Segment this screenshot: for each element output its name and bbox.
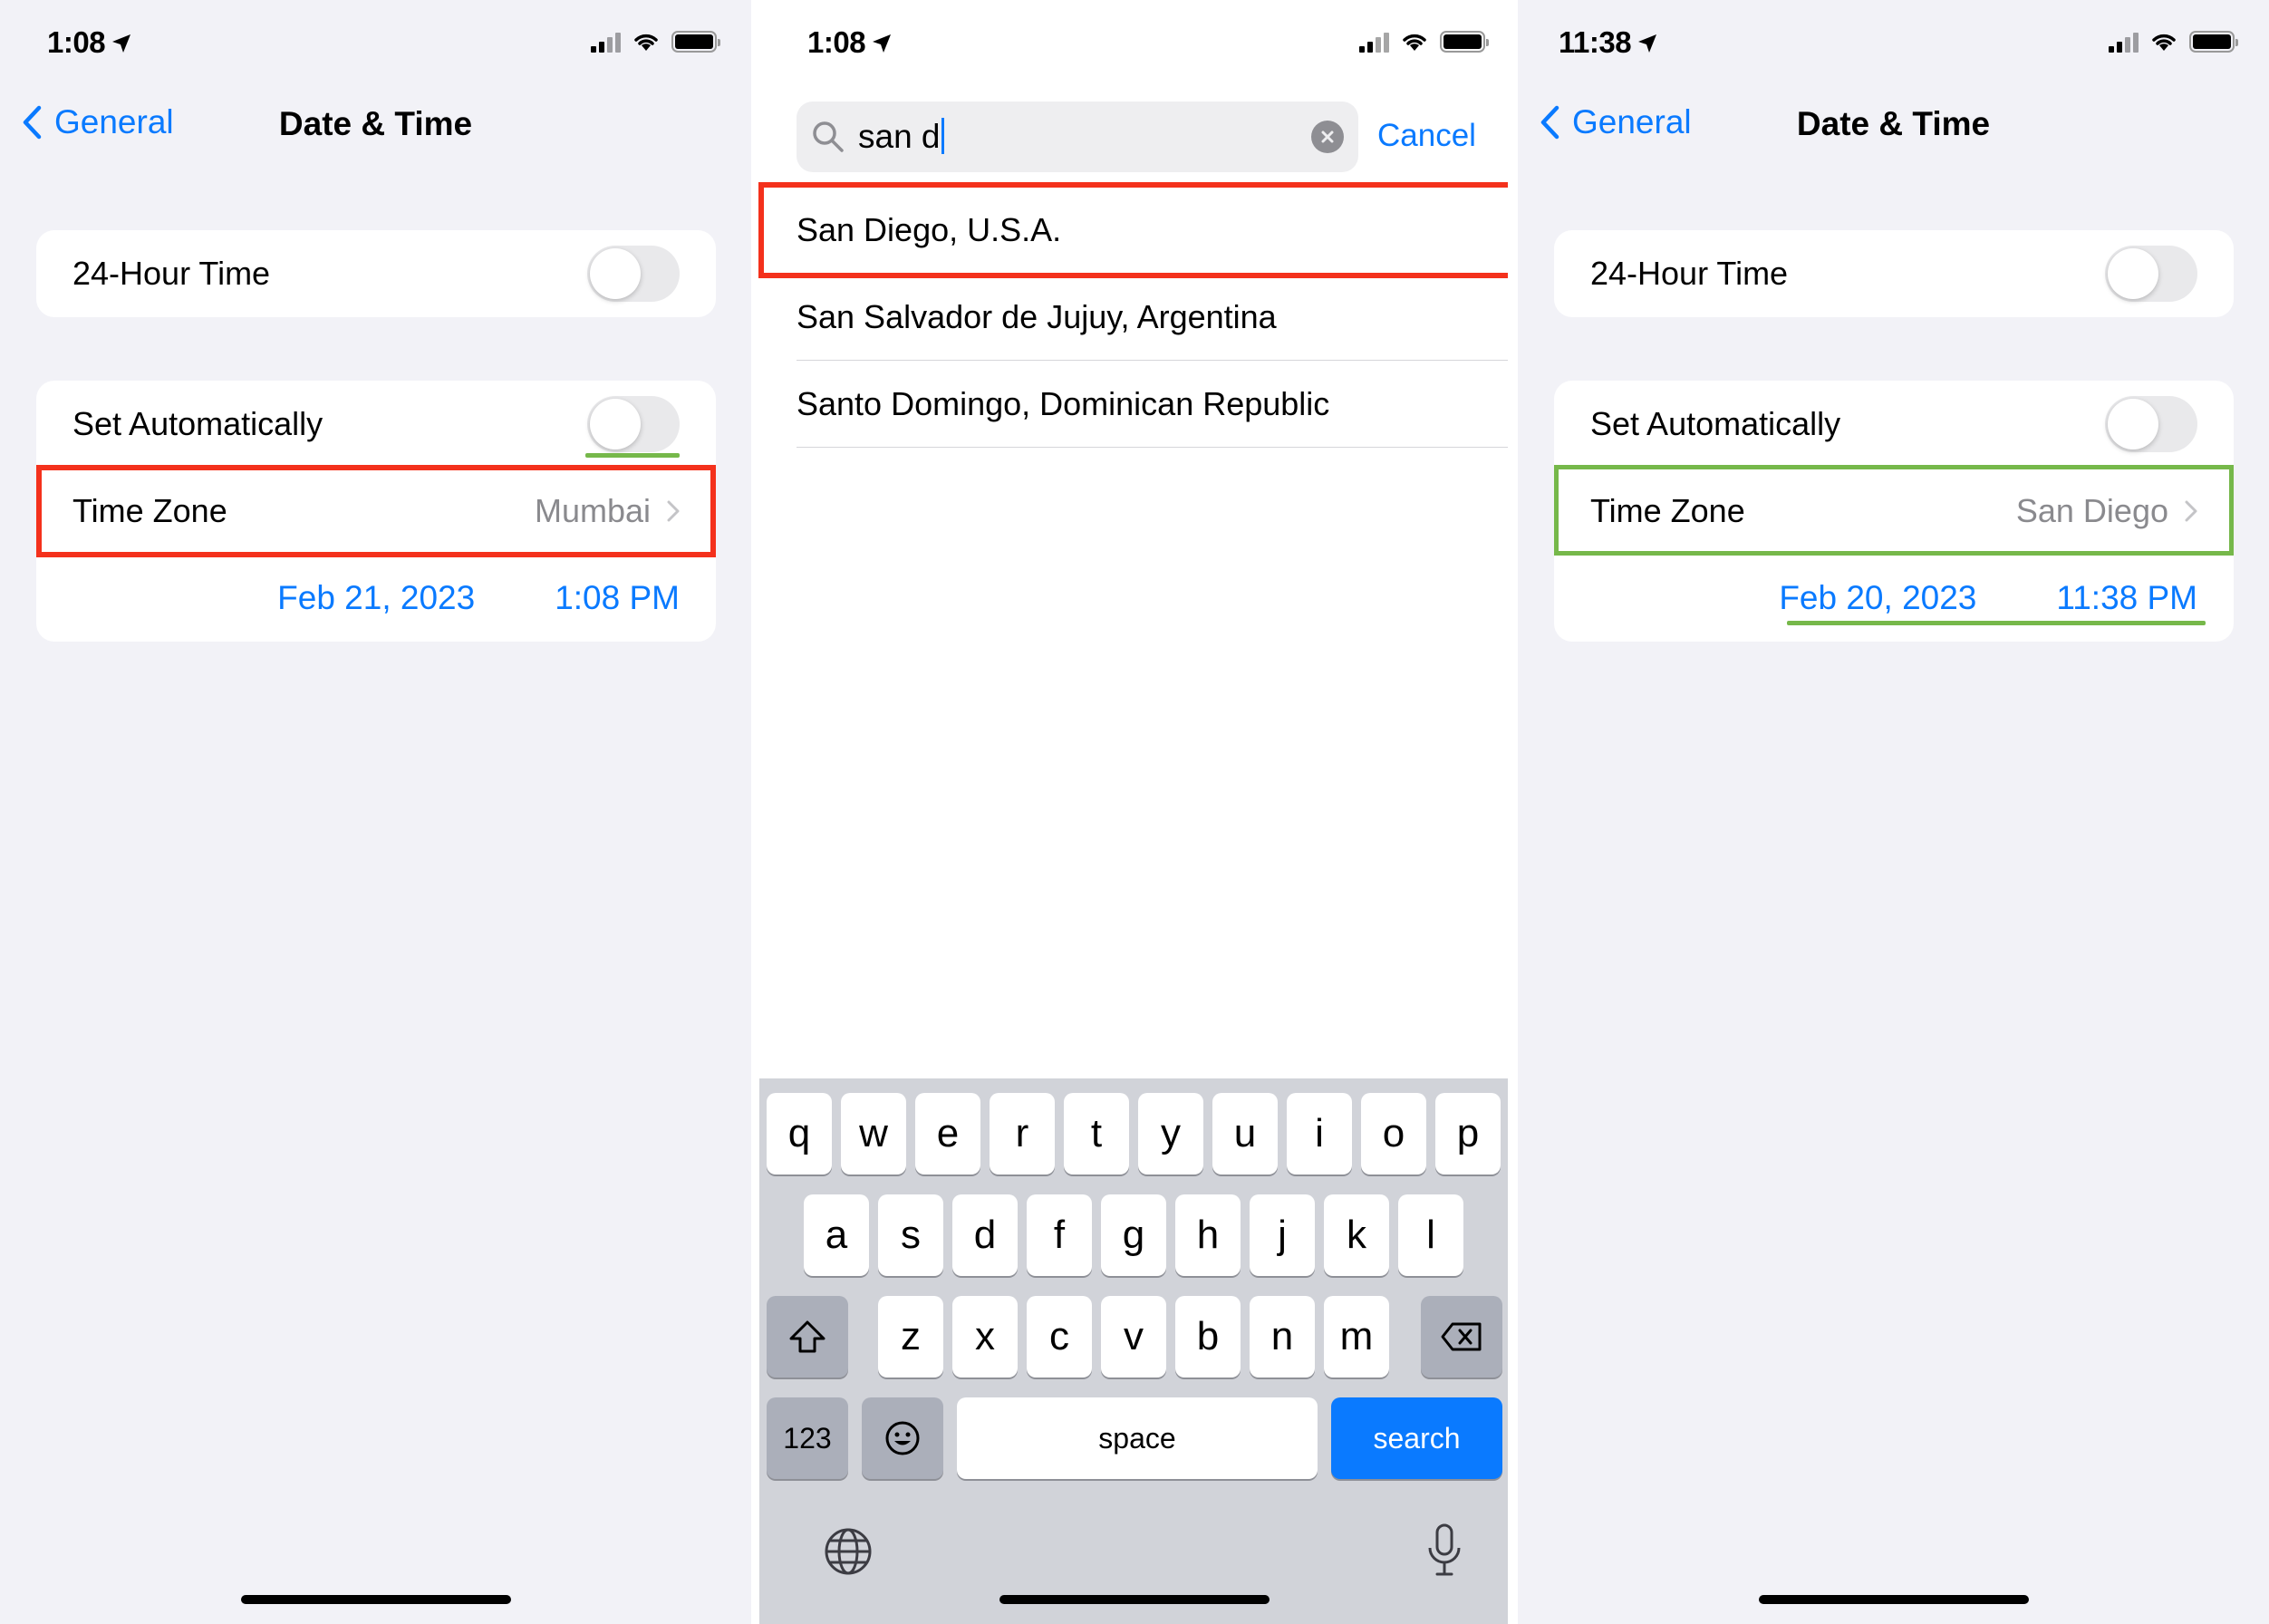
set-automatically-row: Set Automatically <box>1554 381 2234 468</box>
hour24-label: 24-Hour Time <box>72 255 271 292</box>
result-item[interactable]: San Salvador de Jujuy, Argentina <box>797 274 1518 361</box>
battery-icon <box>671 31 720 53</box>
battery-icon <box>2189 31 2238 53</box>
cancel-button[interactable]: Cancel <box>1377 118 1476 154</box>
timezone-highlight <box>1554 465 2234 556</box>
key-f[interactable]: f <box>1027 1194 1092 1276</box>
key-e[interactable]: e <box>915 1093 980 1174</box>
key-l[interactable]: l <box>1398 1194 1463 1276</box>
emoji-icon <box>885 1421 920 1455</box>
set-automatically-label: Set Automatically <box>1590 405 1841 442</box>
key-a[interactable]: a <box>804 1194 869 1276</box>
home-indicator <box>1758 1595 2029 1604</box>
search-field[interactable]: san d <box>797 102 1358 172</box>
location-arrow-icon <box>871 27 893 62</box>
date-value[interactable]: Feb 20, 2023 <box>1779 579 1976 617</box>
globe-icon[interactable] <box>823 1526 874 1577</box>
hour24-row: 24-Hour Time <box>1554 230 2234 317</box>
page-title: Date & Time <box>278 105 473 142</box>
status-time: 1:08 <box>47 25 132 62</box>
wifi-icon <box>1403 34 1426 51</box>
numbers-key[interactable]: 123 <box>767 1397 848 1479</box>
timezone-highlight <box>36 465 716 557</box>
status-time: 11:38 <box>1559 25 1658 62</box>
date-time-row: Feb 21, 2023 1:08 PM <box>36 555 716 642</box>
backspace-icon <box>1441 1322 1482 1351</box>
toggle-underline <box>585 453 680 458</box>
key-g[interactable]: g <box>1101 1194 1166 1276</box>
hour24-toggle[interactable] <box>587 246 680 302</box>
shift-icon <box>789 1320 826 1353</box>
key-h[interactable]: h <box>1175 1194 1241 1276</box>
key-j[interactable]: j <box>1250 1194 1315 1276</box>
microphone-icon[interactable] <box>1426 1522 1463 1579</box>
home-indicator <box>240 1595 511 1604</box>
status-bar: 11:38 <box>1518 0 2269 91</box>
key-y[interactable]: y <box>1138 1093 1203 1174</box>
wifi-icon <box>634 34 658 51</box>
set-automatically-toggle[interactable] <box>587 396 680 452</box>
key-c[interactable]: c <box>1027 1296 1092 1378</box>
time-value[interactable]: 11:38 PM <box>2056 579 2197 617</box>
date-value[interactable]: Feb 21, 2023 <box>277 579 475 617</box>
home-indicator <box>999 1595 1270 1604</box>
hour24-label: 24-Hour Time <box>1590 255 1789 292</box>
key-k[interactable]: k <box>1324 1194 1389 1276</box>
timezone-search: 1:08 san d Cancel San Diego, U.S.A. San … <box>751 0 1518 1624</box>
result-item[interactable]: Santo Domingo, Dominican Republic <box>797 361 1518 448</box>
cellular-signal-icon <box>591 31 621 53</box>
set-automatically-label: Set Automatically <box>72 405 323 442</box>
key-o[interactable]: o <box>1361 1093 1426 1174</box>
search-input[interactable]: san d <box>858 118 1311 156</box>
cellular-signal-icon <box>2109 31 2139 53</box>
nav-bar: General Date & Time <box>1518 91 2269 163</box>
page-title: Date & Time <box>1796 105 1991 142</box>
search-icon <box>813 121 844 152</box>
status-bar: 1:08 <box>0 0 751 91</box>
hour24-card: 24-Hour Time <box>36 230 716 317</box>
key-s[interactable]: s <box>878 1194 943 1276</box>
battery-icon <box>1440 31 1489 53</box>
key-v[interactable]: v <box>1101 1296 1166 1378</box>
location-arrow-icon <box>111 27 132 62</box>
nav-bar: General Date & Time <box>0 91 751 163</box>
status-bar: 1:08 <box>751 0 1518 91</box>
key-u[interactable]: u <box>1212 1093 1278 1174</box>
clear-icon[interactable] <box>1311 121 1344 153</box>
search-key[interactable]: search <box>1331 1397 1502 1479</box>
date-time-settings-after: 11:38 General Date & Time 24-Hour Time S… <box>1518 0 2269 1624</box>
date-time-underline <box>1787 621 2206 625</box>
backspace-key[interactable] <box>1421 1296 1502 1378</box>
key-i[interactable]: i <box>1287 1093 1352 1174</box>
location-arrow-icon <box>1637 27 1658 62</box>
cellular-signal-icon <box>1359 31 1389 53</box>
key-n[interactable]: n <box>1250 1296 1315 1378</box>
key-m[interactable]: m <box>1324 1296 1389 1378</box>
space-key[interactable]: space <box>957 1397 1318 1479</box>
key-q[interactable]: q <box>767 1093 832 1174</box>
set-automatically-toggle[interactable] <box>2105 396 2197 452</box>
key-r[interactable]: r <box>990 1093 1055 1174</box>
key-d[interactable]: d <box>952 1194 1018 1276</box>
key-t[interactable]: t <box>1064 1093 1129 1174</box>
hour24-row: 24-Hour Time <box>36 230 716 317</box>
key-z[interactable]: z <box>878 1296 943 1378</box>
text-caret <box>941 118 944 154</box>
hour24-card: 24-Hour Time <box>1554 230 2234 317</box>
emoji-key[interactable] <box>862 1397 943 1479</box>
key-w[interactable]: w <box>841 1093 906 1174</box>
result-highlight <box>758 182 1514 278</box>
hour24-toggle[interactable] <box>2105 246 2197 302</box>
wifi-icon <box>2152 34 2176 51</box>
date-time-row: Feb 20, 2023 11:38 PM <box>1554 555 2234 642</box>
key-x[interactable]: x <box>952 1296 1018 1378</box>
key-b[interactable]: b <box>1175 1296 1241 1378</box>
time-value[interactable]: 1:08 PM <box>555 579 680 617</box>
date-time-settings-before: 1:08 General Date & Time 24-Hour Time Se… <box>0 0 751 1624</box>
shift-key[interactable] <box>767 1296 848 1378</box>
status-time: 1:08 <box>807 25 893 62</box>
keyboard: qwertyuiop asdfghjkl zxcvbnm 123 space s… <box>759 1078 1510 1624</box>
key-p[interactable]: p <box>1435 1093 1501 1174</box>
